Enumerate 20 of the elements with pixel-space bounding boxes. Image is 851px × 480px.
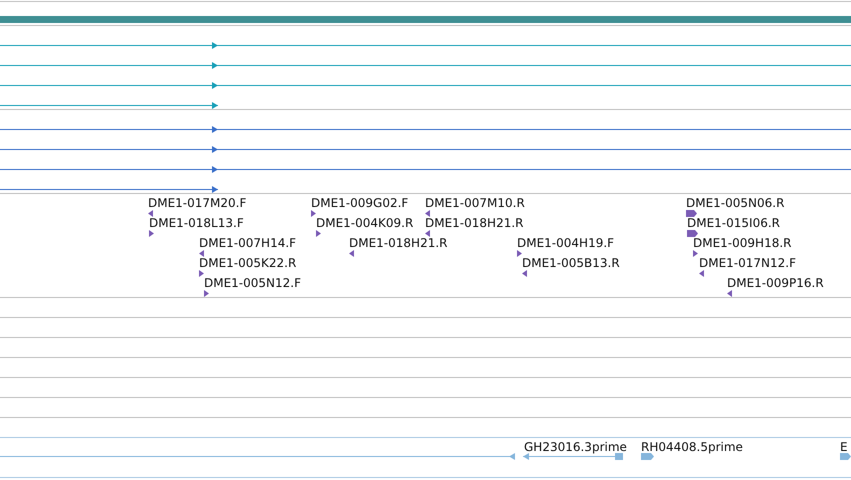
feature-label: DME1-004K09.R bbox=[316, 216, 414, 230]
feature-label: DME1-005K22.R bbox=[199, 256, 296, 270]
feature-label: E bbox=[840, 440, 848, 454]
feature-label: DME1-007M10.R bbox=[425, 196, 525, 210]
feature-label: DME1-018H21.R bbox=[425, 216, 524, 230]
feature-label: DME1-017M20.F bbox=[148, 196, 246, 210]
feature-label: DME1-005N06.R bbox=[686, 196, 784, 210]
feature-label: DME1-018L13.F bbox=[149, 216, 244, 230]
feature-label: GH23016.3prime bbox=[524, 440, 627, 454]
feature-label: DME1-009H18.R bbox=[693, 236, 792, 250]
feature-label: DME1-018H21.R bbox=[349, 236, 448, 250]
feature-label: DME1-017N12.F bbox=[699, 256, 796, 270]
feature-label: DME1-005N12.F bbox=[204, 276, 302, 290]
feature-label: DME1-015I06.R bbox=[687, 216, 780, 230]
feature-label: DME1-009G02.F bbox=[311, 196, 408, 210]
feature-label: DME1-004H19.F bbox=[517, 236, 614, 250]
feature-label: DME1-009P16.R bbox=[727, 276, 824, 290]
feature-label: DME1-007H14.F bbox=[199, 236, 296, 250]
feature-label: RH04408.5prime bbox=[641, 440, 743, 454]
feature-label: DME1-005B13.R bbox=[522, 256, 620, 270]
